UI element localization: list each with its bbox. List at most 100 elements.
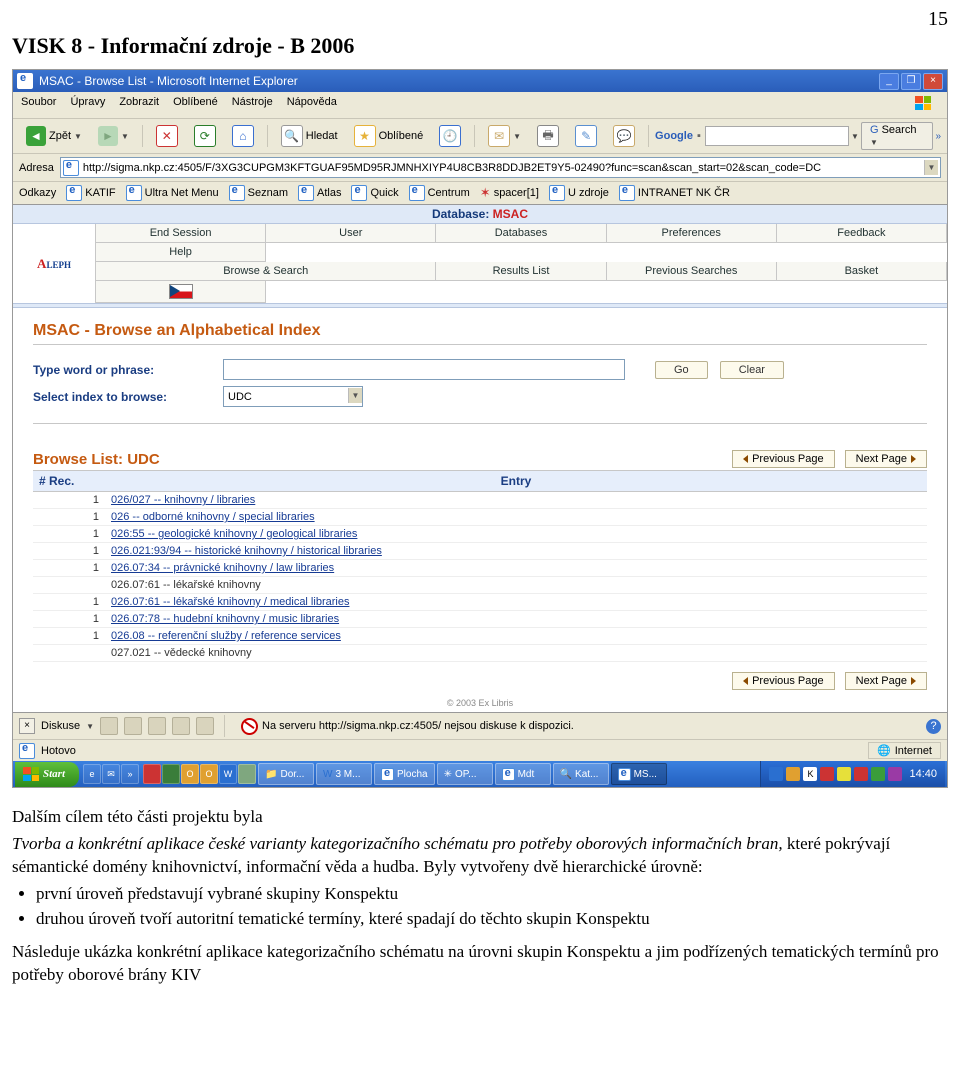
nav-browse-search[interactable]: Browse & Search xyxy=(96,262,436,281)
history-button[interactable]: 🕘 xyxy=(432,122,468,150)
select-index[interactable]: UDC▼ xyxy=(223,386,363,407)
menu-favorites[interactable]: Oblíbené xyxy=(173,96,218,114)
nav-user[interactable]: User xyxy=(266,224,436,243)
start-button[interactable]: Start xyxy=(15,762,79,787)
menu-file[interactable]: Soubor xyxy=(21,96,56,114)
nav-previous-searches[interactable]: Previous Searches xyxy=(607,262,777,281)
link-ultranet[interactable]: Ultra Net Menu xyxy=(126,185,219,201)
google-search-button[interactable]: G Search ▼ xyxy=(861,122,933,150)
windows-taskbar: Start e ✉ » O O W 📁Dor... W3 M... Plocha… xyxy=(13,761,947,787)
mail-button[interactable]: ✉▼ xyxy=(481,122,528,150)
task-item[interactable]: 📁Dor... xyxy=(258,763,314,785)
refresh-button[interactable]: ⟳ xyxy=(187,122,223,150)
entry-link[interactable]: 026 -- odborné knihovny / special librar… xyxy=(111,511,315,523)
go-button[interactable]: Go xyxy=(655,361,708,379)
link-katif[interactable]: KATIF xyxy=(66,185,115,201)
nav-preferences[interactable]: Preferences xyxy=(607,224,777,243)
tray-icon[interactable] xyxy=(888,767,902,781)
ql-icon[interactable]: ✉ xyxy=(102,764,120,784)
page-icon xyxy=(63,160,79,176)
nav-language-flag[interactable] xyxy=(96,281,266,303)
menu-help[interactable]: Nápověda xyxy=(287,96,337,114)
discuss-icon[interactable] xyxy=(196,717,214,735)
address-dropdown[interactable]: ▼ xyxy=(924,160,938,175)
nav-feedback[interactable]: Feedback xyxy=(777,224,947,243)
search-button[interactable]: 🔍Hledat xyxy=(274,122,345,150)
stop-button[interactable]: ✕ xyxy=(149,122,185,150)
ql-icon[interactable] xyxy=(238,764,256,784)
tray-icon[interactable]: K xyxy=(803,767,817,781)
edit-button[interactable]: ✎ xyxy=(568,122,604,150)
print-button[interactable]: 🖶 xyxy=(530,122,566,150)
discuss-icon[interactable] xyxy=(100,717,118,735)
link-centrum[interactable]: Centrum xyxy=(409,185,470,201)
google-search-input[interactable] xyxy=(705,126,849,146)
input-type-word[interactable] xyxy=(223,359,625,380)
task-item[interactable]: 🔍Kat... xyxy=(553,763,609,785)
link-uzdroje[interactable]: U zdroje xyxy=(549,185,609,201)
clear-button[interactable]: Clear xyxy=(720,361,784,379)
link-intranet[interactable]: INTRANET NK ČR xyxy=(619,185,730,201)
nav-help[interactable]: Help xyxy=(96,243,266,262)
address-input[interactable] xyxy=(79,162,924,174)
forward-button[interactable]: ►▼ xyxy=(91,123,136,149)
entry-link[interactable]: 026.021:93/94 -- historické knihovny / h… xyxy=(111,545,382,557)
tray-icon[interactable] xyxy=(786,767,800,781)
entry-link[interactable]: 026.08 -- referenční služby / reference … xyxy=(111,630,341,642)
next-page-button-top[interactable]: Next Page xyxy=(845,450,927,468)
discuss-icon[interactable] xyxy=(172,717,190,735)
prev-page-button-top[interactable]: Previous Page xyxy=(732,450,835,468)
home-button[interactable]: ⌂ xyxy=(225,122,261,150)
favorites-button[interactable]: ★Oblíbené xyxy=(347,122,431,150)
ql-icon[interactable]: W xyxy=(219,764,237,784)
task-item[interactable]: ✳OP... xyxy=(437,763,493,785)
task-item[interactable]: W3 M... xyxy=(316,763,372,785)
discuss-icon[interactable] xyxy=(124,717,142,735)
ql-icon[interactable] xyxy=(162,764,180,784)
tray-icon[interactable] xyxy=(820,767,834,781)
table-row: 1026.021:93/94 -- historické knihovny / … xyxy=(33,543,927,560)
discuss-icon[interactable] xyxy=(148,717,166,735)
nav-databases[interactable]: Databases xyxy=(436,224,606,243)
task-item[interactable]: Plocha xyxy=(374,763,435,785)
menu-edit[interactable]: Úpravy xyxy=(70,96,105,114)
discuss-bar: × Diskuse▼ Na serveru http://sigma.nkp.c… xyxy=(13,712,947,739)
task-item[interactable]: Mdt xyxy=(495,763,551,785)
maximize-button[interactable]: ❐ xyxy=(901,73,921,90)
task-item-active[interactable]: MS... xyxy=(611,763,667,785)
entry-link[interactable]: 026.07:78 -- hudební knihovny / music li… xyxy=(111,613,339,625)
discuss-label[interactable]: Diskuse xyxy=(41,720,80,732)
nav-end-session[interactable]: End Session xyxy=(96,224,266,243)
tray-icon[interactable] xyxy=(769,767,783,781)
next-page-button-bottom[interactable]: Next Page xyxy=(845,672,927,690)
prev-page-button-bottom[interactable]: Previous Page xyxy=(732,672,835,690)
back-button[interactable]: ◄ Zpět▼ xyxy=(19,123,89,149)
entry-link[interactable]: 026:55 -- geologické knihovny / geologic… xyxy=(111,528,357,540)
minimize-button[interactable]: _ xyxy=(879,73,899,90)
help-icon[interactable]: ? xyxy=(926,719,941,734)
entry-link[interactable]: 026/027 -- knihovny / libraries xyxy=(111,494,255,506)
tray-icon[interactable] xyxy=(854,767,868,781)
ql-icon[interactable] xyxy=(143,764,161,784)
ql-icon[interactable]: e xyxy=(83,764,101,784)
link-seznam[interactable]: Seznam xyxy=(229,185,288,201)
link-spacer[interactable]: ✶spacer[1] xyxy=(480,185,539,201)
tray-icon[interactable] xyxy=(837,767,851,781)
entry-cell: 026 -- odborné knihovny / special librar… xyxy=(105,509,927,525)
entry-link[interactable]: 026.07:34 -- právnické knihovny / law li… xyxy=(111,562,334,574)
discuss-close[interactable]: × xyxy=(19,718,35,734)
nav-basket[interactable]: Basket xyxy=(777,262,947,281)
menu-tools[interactable]: Nástroje xyxy=(232,96,273,114)
ql-icon[interactable]: O xyxy=(200,764,218,784)
link-atlas[interactable]: Atlas xyxy=(298,185,341,201)
entry-link[interactable]: 026.07:61 -- lékařské knihovny / medical… xyxy=(111,596,349,608)
paragraph: Tvorba a konkrétní aplikace české varian… xyxy=(12,833,948,879)
menu-view[interactable]: Zobrazit xyxy=(119,96,159,114)
ql-icon[interactable]: O xyxy=(181,764,199,784)
close-button[interactable]: × xyxy=(923,73,943,90)
link-quick[interactable]: Quick xyxy=(351,185,398,201)
nav-results[interactable]: Results List xyxy=(436,262,606,281)
tray-icon[interactable] xyxy=(871,767,885,781)
discuss-button[interactable]: 💬 xyxy=(606,122,642,150)
table-row: 1026.08 -- referenční služby / reference… xyxy=(33,628,927,645)
